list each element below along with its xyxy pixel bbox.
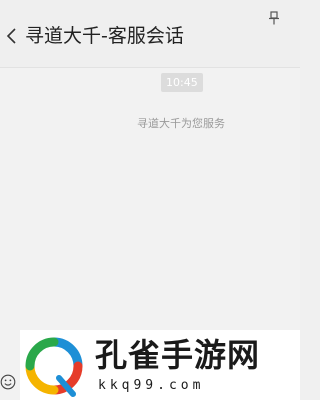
input-bar: 孔雀手游网 kkq99.com (0, 330, 300, 400)
message-area[interactable]: 10:45 寻道大千为您服务 (0, 68, 300, 330)
smiley-icon[interactable] (0, 374, 16, 390)
watermark-name: 孔雀手游网 (95, 336, 261, 374)
pin-icon[interactable] (268, 11, 280, 25)
system-notice: 寻道大千为您服务 (137, 117, 225, 130)
watermark-domain: kkq99.com (98, 378, 205, 393)
chat-header: 寻道大千-客服会话 (0, 0, 300, 68)
peacock-logo (25, 337, 83, 397)
page-title: 寻道大千-客服会话 (25, 25, 184, 47)
chevron-left-icon[interactable] (4, 25, 20, 47)
timestamp-badge: 10:45 (161, 73, 203, 92)
watermark-overlay: 孔雀手游网 kkq99.com (20, 330, 300, 400)
